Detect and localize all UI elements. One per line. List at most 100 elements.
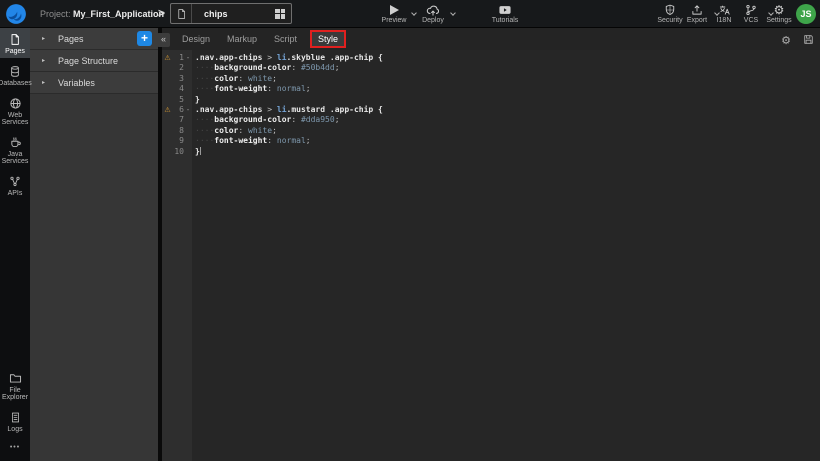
section-label: Variables [58, 78, 95, 88]
add-page-button[interactable]: + [137, 31, 152, 46]
accordion-section-page-structure[interactable]: ▸ Page Structure [30, 50, 158, 72]
sidebar-item-pages[interactable]: Pages [0, 28, 30, 58]
sidebar-item-web-services[interactable]: Web Services [0, 92, 30, 129]
save-icon[interactable] [803, 32, 814, 50]
tab-design[interactable]: Design [180, 32, 212, 46]
app-window: Project: My_First_Application > chips Pr… [0, 0, 820, 461]
dashboard-grid-icon[interactable] [275, 9, 285, 19]
code-line[interactable]: 2····background-color: #50b4dd; [162, 63, 820, 73]
sidebar-item-logs[interactable]: Logs [0, 406, 30, 436]
fold-marker[interactable]: - [184, 105, 192, 115]
code-line[interactable]: 9 ····font-weight: normal; [162, 136, 820, 146]
gutter-spacer [162, 147, 173, 157]
tab-script[interactable]: Script [272, 32, 299, 46]
gear-icon: ⚙ [774, 4, 785, 16]
deploy-caret-icon[interactable] [450, 10, 456, 16]
editor-tab-bar: Design Markup Script Style ⚙ [162, 28, 820, 50]
globe-icon [9, 96, 22, 110]
fold-spacer [184, 84, 192, 94]
code-text: } [192, 95, 200, 105]
gutter-spacer [162, 95, 173, 105]
code-line[interactable]: 8 ····color: white; [162, 126, 820, 136]
line-number: 2 [173, 63, 184, 73]
fold-spacer [184, 63, 192, 73]
tab-markup[interactable]: Markup [225, 32, 259, 46]
settings-label: Settings [766, 17, 791, 24]
line-number: 5 [173, 95, 184, 105]
gutter-spacer [162, 136, 173, 146]
project-label: Project: [40, 9, 71, 19]
code-line[interactable]: 10} [162, 147, 820, 157]
breadcrumb-chevron-icon: > [158, 6, 165, 20]
video-tutorials-icon [498, 4, 512, 16]
fold-marker[interactable]: - [184, 53, 192, 63]
sidebar-label: Pages [5, 48, 25, 55]
wavemaker-logo-icon[interactable] [5, 3, 27, 25]
collapse-panel-button[interactable]: « [157, 33, 170, 47]
logs-icon [10, 410, 21, 424]
vcs-label: VCS [744, 17, 758, 24]
code-text: ····font-weight: normal; [192, 136, 311, 146]
project-name: My_First_Application [73, 9, 164, 19]
sidebar-item-java-services[interactable]: Java Services [0, 131, 30, 168]
settings-button[interactable]: ⚙ Settings [761, 4, 797, 24]
line-number: 7 [173, 115, 184, 125]
code-line[interactable]: 3····color: white; [162, 74, 820, 84]
user-avatar[interactable]: JS [796, 4, 816, 24]
fold-spacer [184, 95, 192, 105]
code-lines: ⚠1-.nav.app-chips > li.skyblue .app-chip… [162, 53, 820, 157]
line-number: 4 [173, 84, 184, 94]
accordion-section-pages[interactable]: ▸ Pages + [30, 28, 158, 50]
accordion-section-variables[interactable]: ▸ Variables [30, 72, 158, 94]
preview-label: Preview [382, 17, 407, 24]
line-number: 9 [173, 136, 184, 146]
gutter-spacer [162, 63, 173, 73]
code-line[interactable]: ⚠1-.nav.app-chips > li.skyblue .app-chip… [162, 53, 820, 63]
fold-spacer [184, 126, 192, 136]
code-line[interactable]: 5} [162, 95, 820, 105]
section-caret-icon: ▸ [42, 79, 45, 86]
preview-button[interactable]: Preview [376, 4, 412, 24]
branch-icon [745, 4, 757, 16]
editor-region: Design Markup Script Style ⚙ ⚠1-.nav.app… [162, 28, 820, 461]
gutter-spacer [162, 74, 173, 84]
code-line[interactable]: 7 ····background-color: #dda950; [162, 115, 820, 125]
editor-settings-gear-icon[interactable]: ⚙ [781, 35, 791, 47]
sidebar-item-file-explorer[interactable]: File Explorer [0, 367, 30, 404]
deploy-label: Deploy [422, 17, 444, 24]
warning-icon[interactable]: ⚠ [162, 105, 173, 115]
code-text: ····color: white; [192, 126, 277, 136]
code-text: ····background-color: #dda950; [192, 115, 340, 125]
section-label: Pages [58, 34, 84, 44]
more-options-icon[interactable]: ••• [0, 436, 30, 461]
code-line[interactable]: ⚠6-.nav.app-chips > li.mustard .app-chip… [162, 105, 820, 115]
tutorials-button[interactable]: Tutorials [487, 4, 523, 24]
pages-icon [9, 32, 21, 46]
folder-icon [9, 371, 22, 385]
code-text: .nav.app-chips > li.mustard .app-chip { [192, 105, 383, 115]
left-sidebar: Pages Databases Web Services Java Servic… [0, 28, 30, 461]
shield-icon [664, 4, 676, 16]
sidebar-item-apis[interactable]: APIs [0, 170, 30, 200]
sidebar-item-databases[interactable]: Databases [0, 60, 30, 90]
tab-style[interactable]: Style [312, 32, 344, 46]
gutter-spacer [162, 115, 173, 125]
translate-icon [718, 4, 731, 16]
project-breadcrumb: Project: My_First_Application [40, 9, 164, 19]
deploy-button[interactable]: Deploy [415, 4, 451, 24]
code-text: ····font-weight: normal; [192, 84, 311, 94]
code-line[interactable]: 4 ····font-weight: normal; [162, 84, 820, 94]
fold-spacer [184, 115, 192, 125]
line-number: 8 [173, 126, 184, 136]
open-page-tab[interactable]: chips [170, 3, 292, 24]
fold-spacer [184, 136, 192, 146]
fold-spacer [184, 74, 192, 84]
warning-icon[interactable]: ⚠ [162, 53, 173, 63]
gutter-spacer [162, 126, 173, 136]
line-number: 10 [173, 147, 184, 157]
panel-splitter[interactable] [158, 28, 162, 461]
section-caret-icon: ▸ [42, 35, 45, 42]
cloud-upload-icon [426, 4, 440, 16]
export-icon [691, 4, 703, 16]
css-code-editor[interactable]: ⚠1-.nav.app-chips > li.skyblue .app-chip… [162, 50, 820, 461]
